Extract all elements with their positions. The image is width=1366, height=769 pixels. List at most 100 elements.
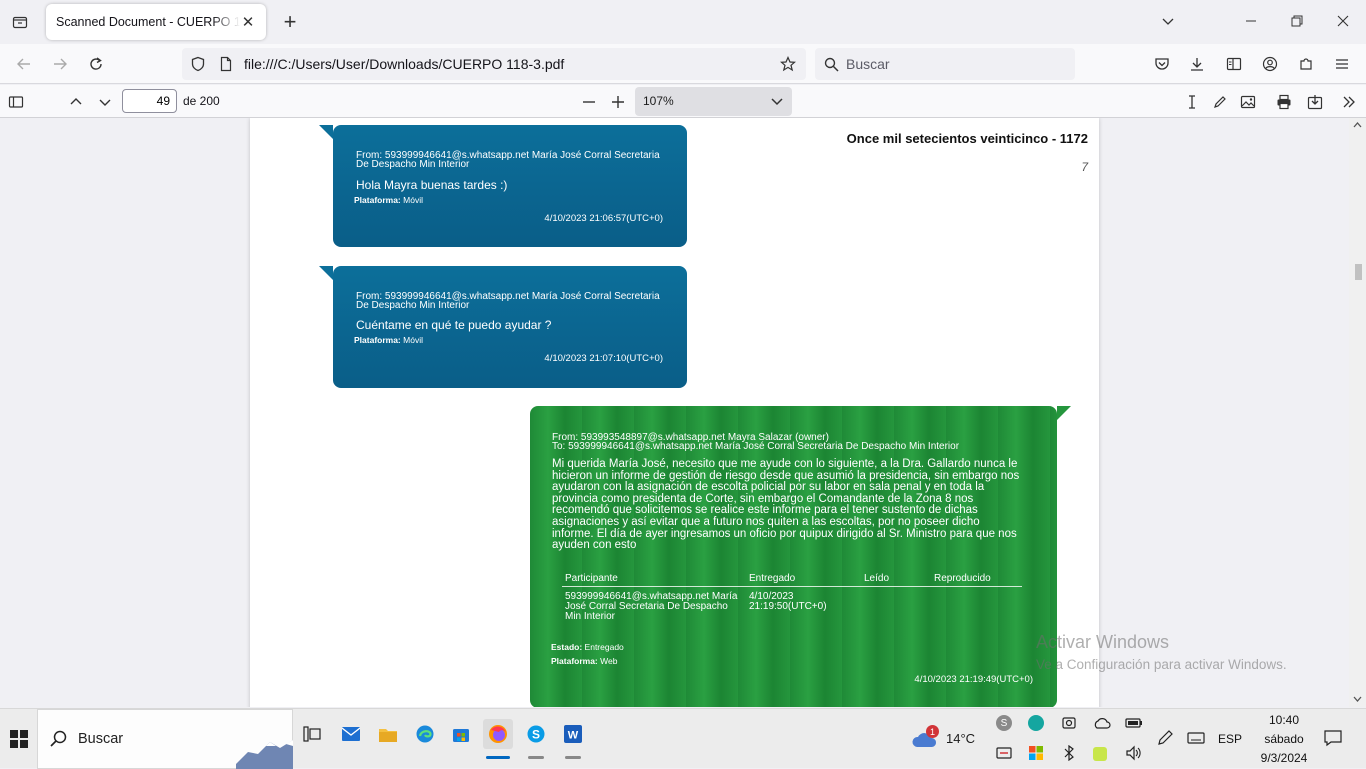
scrollbar-thumb[interactable]	[1355, 264, 1362, 280]
tools-menu-button[interactable]	[1335, 88, 1363, 116]
text-cursor-icon	[1189, 95, 1195, 109]
pdf-viewer[interactable]: Once mil setecientos veinticinco - 1172 …	[0, 118, 1366, 707]
bookmark-star-icon[interactable]	[780, 56, 796, 72]
minimize-button[interactable]	[1231, 6, 1271, 36]
taskbar-mail-app[interactable]	[336, 719, 366, 749]
text-tool-button[interactable]	[1178, 88, 1206, 116]
taskbar-store[interactable]	[446, 719, 476, 749]
browser-tab-active[interactable]: Scanned Document - CUERPO 118-3.pdf ✕	[46, 4, 266, 40]
tab-strip: Scanned Document - CUERPO 118-3.pdf ✕ +	[0, 0, 1366, 44]
reload-button[interactable]	[82, 50, 110, 78]
taskbar-skype[interactable]: S	[521, 719, 551, 749]
close-window-button[interactable]	[1323, 6, 1363, 36]
message-text: Hola Mayra buenas tardes :)	[356, 178, 508, 192]
zoom-select[interactable]: 107%	[635, 87, 792, 116]
tab-list-button[interactable]	[8, 10, 32, 34]
pdf-toolbar: de 200 107%	[0, 85, 1366, 118]
search-icon	[824, 57, 839, 72]
scroll-down-arrow-icon[interactable]	[1353, 696, 1362, 703]
scroll-up-arrow-icon[interactable]	[1353, 121, 1362, 128]
url-bar[interactable]: file:///C:/Users/User/Downloads/CUERPO 1…	[182, 48, 806, 80]
tray-volume-icon[interactable]	[1125, 745, 1141, 761]
shield-icon[interactable]	[190, 56, 206, 72]
weather-widget[interactable]: 1 14°C	[912, 725, 982, 753]
vertical-scrollbar[interactable]	[1349, 118, 1366, 707]
running-app-indicator	[528, 756, 544, 759]
page-number-input[interactable]	[122, 89, 177, 113]
tray-windows-security-icon[interactable]	[1028, 745, 1044, 761]
tray-bluetooth-icon[interactable]	[1061, 745, 1077, 761]
message-line: Mi querida María José, necesito que me a…	[552, 458, 1018, 470]
participant-line: Min Interior	[565, 611, 616, 622]
platform-label: Plataforma:	[551, 656, 598, 666]
task-view-icon	[303, 726, 321, 742]
tray-camera-icon[interactable]	[1061, 715, 1077, 731]
previous-page-button[interactable]	[62, 88, 90, 116]
message-platform: Plataforma: Web	[551, 656, 617, 666]
page-icon[interactable]	[218, 56, 234, 72]
pen-workspace-icon[interactable]	[1156, 729, 1174, 747]
message-timestamp: 4/10/2023 21:07:10(UTC+0)	[544, 353, 663, 364]
image-tool-button[interactable]	[1234, 88, 1262, 116]
mail-icon	[342, 727, 360, 741]
save-button[interactable]	[1301, 88, 1329, 116]
start-button[interactable]	[0, 709, 37, 769]
toggle-sidebar-button[interactable]	[2, 88, 30, 116]
tray-skype-icon[interactable]: S	[996, 715, 1012, 731]
message-status: Estado: Entregado	[551, 642, 624, 652]
message-line: ayuden con esto	[552, 539, 637, 552]
clock[interactable]: 10:40 sábado 9/3/2024	[1252, 711, 1316, 767]
back-button[interactable]	[10, 50, 38, 78]
chevron-down-icon	[1162, 18, 1174, 25]
delivered-line: 21:19:50(UTC+0)	[749, 601, 827, 612]
page-corner-mark: 7	[1081, 160, 1088, 174]
active-app-indicator	[486, 756, 510, 759]
draw-tool-button[interactable]	[1206, 88, 1234, 116]
message-line: asignaciones y así evitar que a futuro n…	[552, 515, 980, 528]
taskbar-firefox[interactable]	[483, 719, 513, 749]
tray-network-icon[interactable]	[996, 745, 1012, 761]
taskbar-edge[interactable]	[410, 719, 440, 749]
chevron-down-icon	[99, 99, 111, 106]
zoom-in-button[interactable]	[604, 88, 632, 116]
tray-battery-icon[interactable]	[1125, 715, 1143, 731]
account-icon	[1262, 56, 1278, 72]
next-page-button[interactable]	[91, 88, 119, 116]
touch-keyboard-icon[interactable]	[1187, 729, 1205, 747]
save-download-icon	[1307, 95, 1323, 110]
tab-close-icon[interactable]: ✕	[240, 14, 256, 31]
zoom-out-button[interactable]	[575, 88, 603, 116]
new-tab-button[interactable]: +	[278, 9, 302, 34]
tab-list-icon	[12, 16, 28, 29]
message-timestamp: 4/10/2023 21:06:57(UTC+0)	[544, 213, 663, 224]
table-header-read: Leído	[864, 573, 890, 584]
word-icon: W	[564, 725, 582, 743]
taskbar-search-box[interactable]: Buscar	[37, 709, 293, 769]
pen-icon	[1214, 96, 1226, 108]
pocket-button[interactable]	[1148, 50, 1176, 78]
forward-button[interactable]	[46, 50, 74, 78]
tray-grammarly-icon[interactable]	[1028, 715, 1044, 731]
tray-onedrive-icon[interactable]	[1093, 715, 1111, 731]
list-all-tabs-button[interactable]	[1148, 6, 1188, 36]
app-menu-button[interactable]	[1328, 50, 1356, 78]
notification-center-icon[interactable]	[1324, 729, 1342, 747]
task-view-button[interactable]	[297, 719, 327, 749]
reader-view-button[interactable]	[1220, 50, 1248, 78]
clock-date: 9/3/2024	[1260, 751, 1308, 765]
search-bar[interactable]: Buscar	[815, 48, 1075, 80]
restore-button[interactable]	[1277, 6, 1317, 36]
taskbar-word[interactable]: W	[558, 719, 588, 749]
zoom-value: 107%	[643, 94, 674, 108]
taskbar-file-explorer[interactable]	[373, 719, 403, 749]
account-button[interactable]	[1256, 50, 1284, 78]
downloads-button[interactable]	[1183, 50, 1211, 78]
url-text[interactable]: file:///C:/Users/User/Downloads/CUERPO 1…	[244, 56, 564, 72]
print-button[interactable]	[1270, 88, 1298, 116]
extensions-button[interactable]	[1292, 50, 1320, 78]
close-icon	[1337, 15, 1349, 27]
tray-app-icon[interactable]	[1093, 747, 1107, 761]
restore-icon	[1291, 15, 1303, 27]
input-language[interactable]: ESP	[1215, 732, 1245, 746]
incoming-message-bubble: From: 593999946641@s.whatsapp.net María …	[319, 125, 687, 247]
